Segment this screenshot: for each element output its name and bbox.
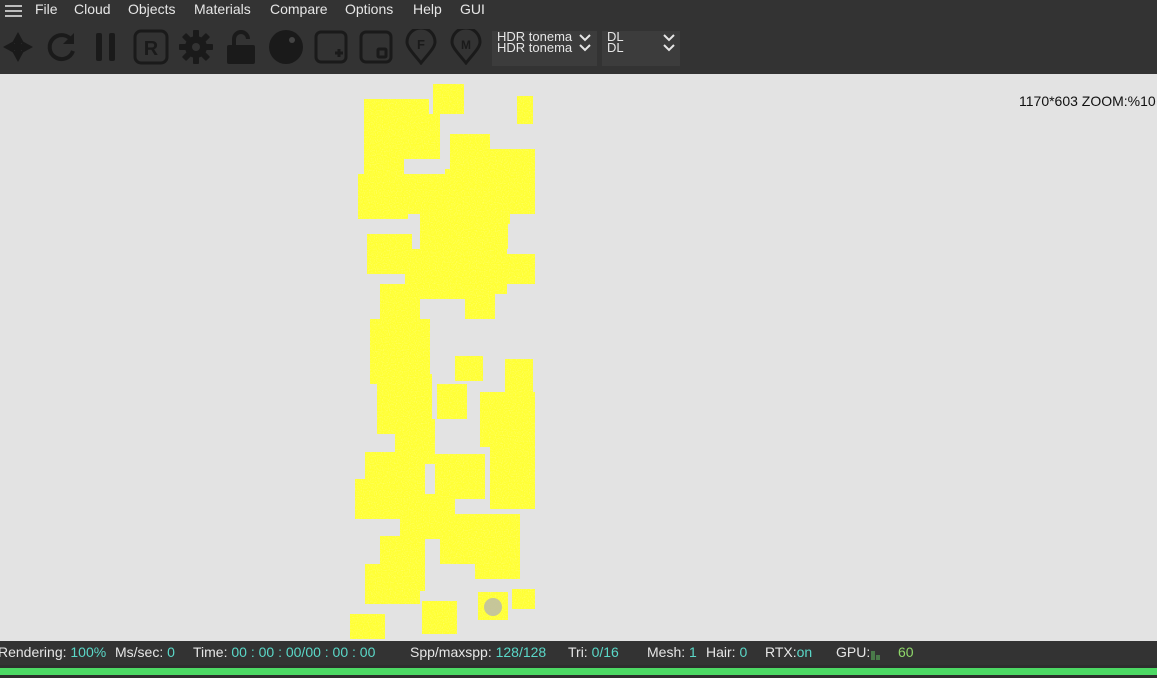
render-noise-block: [350, 614, 385, 639]
status-tri-label: Tri:: [568, 644, 588, 660]
toolbar: R F M HDR tonema HDR tonema DL DL: [0, 22, 1157, 74]
status-ms: Ms/sec: 0: [115, 644, 175, 660]
menu-objects[interactable]: Objects: [128, 1, 175, 17]
region-select-icon[interactable]: [358, 29, 394, 65]
status-mesh-label: Mesh:: [647, 644, 686, 660]
render-noise-block: [380, 284, 420, 324]
status-rtx: RTX:on: [765, 644, 812, 660]
svg-text:R: R: [144, 38, 159, 60]
pause-icon[interactable]: [88, 29, 124, 65]
status-spp-label: Spp/maxspp:: [410, 644, 492, 660]
status-mesh: Mesh: 1: [647, 644, 697, 660]
hamburger-menu-icon[interactable]: [5, 5, 22, 18]
render-noise-block: [512, 589, 535, 609]
menu-help[interactable]: Help: [413, 1, 442, 17]
status-gpu: GPU:: [836, 644, 870, 660]
render-noise-block: [517, 96, 533, 124]
render-noise-block: [505, 359, 533, 394]
add-region-icon[interactable]: [313, 29, 349, 65]
render-noise-block: [455, 356, 483, 381]
status-rtx-label: RTX:: [765, 644, 797, 660]
render-noise-block: [422, 601, 457, 634]
status-ms-value: 0: [167, 644, 175, 660]
render-noise-block: [475, 544, 520, 579]
menu-file[interactable]: File: [35, 1, 58, 17]
tonemap-select[interactable]: HDR tonema HDR tonema: [492, 30, 597, 66]
menu-gui[interactable]: GUI: [460, 1, 485, 17]
gpu-usage-meter-icon: [871, 651, 880, 660]
tonemap-select-value-shadow: HDR tonema: [497, 40, 573, 55]
status-gpu-label: GPU:: [836, 644, 871, 660]
status-hair-label: Hair:: [706, 644, 736, 660]
chevron-down-icon: [579, 34, 591, 42]
status-time-value: 00 : 00 : 00/00 : 00 : 00: [231, 644, 376, 660]
render-progress-bar: [0, 665, 1157, 678]
render-noise-block: [433, 84, 464, 114]
status-time-label: Time:: [193, 644, 228, 660]
render-noise-block: [490, 434, 535, 509]
status-bar: Rendering: 100% Ms/sec: 0 Time: 00 : 00 …: [0, 641, 1157, 665]
status-tri: Tri: 0/16: [568, 644, 619, 660]
menu-compare[interactable]: Compare: [270, 1, 328, 17]
refresh-icon[interactable]: [43, 29, 79, 65]
resolution-zoom-readout: 1170*603 ZOOM:%10: [1019, 93, 1156, 109]
render-r-icon[interactable]: R: [133, 29, 169, 65]
status-rtx-value: on: [796, 644, 813, 660]
render-artifact: [484, 598, 502, 616]
render-progress-fill: [0, 668, 1157, 675]
menu-bar: File Cloud Objects Materials Compare Opt…: [0, 0, 1157, 22]
status-hair: Hair: 0: [706, 644, 747, 660]
render-noise-block: [435, 454, 485, 499]
render-output-image: [350, 84, 535, 639]
menu-materials[interactable]: Materials: [194, 1, 251, 17]
status-ms-label: Ms/sec:: [115, 644, 164, 660]
render-noise-block: [400, 174, 445, 214]
chevron-down-icon: [663, 44, 675, 52]
status-rendering: Rendering: 100%: [0, 644, 106, 660]
status-time: Time: 00 : 00 : 00/00 : 00 : 00: [193, 644, 375, 660]
status-hair-value: 0: [739, 644, 748, 660]
status-tri-value: 0/16: [591, 644, 619, 660]
status-spp-value: 128/128: [495, 644, 547, 660]
render-noise-block: [400, 114, 440, 159]
status-gpu-value: 60: [898, 644, 914, 660]
chevron-down-icon: [579, 44, 591, 52]
render-viewport[interactable]: 1170*603 ZOOM:%10: [0, 74, 1157, 641]
focus-pin-icon[interactable]: F: [403, 26, 439, 66]
render-noise-block: [365, 564, 420, 604]
menu-options[interactable]: Options: [345, 1, 393, 17]
kernel-select[interactable]: DL DL: [602, 30, 680, 66]
unlock-icon[interactable]: [223, 29, 259, 65]
svg-text:M: M: [461, 38, 471, 52]
menu-cloud[interactable]: Cloud: [74, 1, 111, 17]
settings-gear-icon[interactable]: [178, 29, 214, 65]
sphere-icon[interactable]: [268, 29, 304, 65]
status-spp: Spp/maxspp: 128/128: [410, 644, 546, 660]
render-noise-block: [437, 384, 467, 419]
chevron-down-icon: [663, 34, 675, 42]
status-mesh-value: 1: [689, 644, 697, 660]
status-rendering-label: Rendering:: [0, 644, 67, 660]
svg-text:F: F: [417, 37, 425, 52]
aperture-icon[interactable]: [0, 29, 36, 65]
render-noise-block: [478, 204, 508, 249]
kernel-select-value-shadow: DL: [607, 40, 624, 55]
render-noise-block: [505, 254, 535, 284]
material-pin-icon[interactable]: M: [448, 26, 484, 66]
status-rendering-value: 100%: [70, 644, 107, 660]
render-noise-block: [465, 284, 495, 319]
